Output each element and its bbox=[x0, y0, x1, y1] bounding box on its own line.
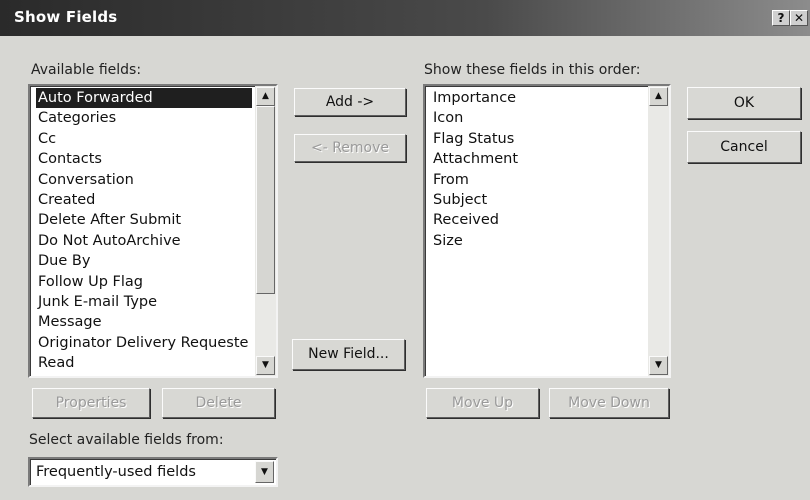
available-field-item[interactable]: Follow Up Flag bbox=[36, 272, 252, 292]
available-field-item[interactable]: Message bbox=[36, 312, 252, 332]
move-up-button[interactable]: Move Up bbox=[426, 388, 539, 418]
available-fields-items: Auto Forwarded Categories Cc Contacts Conver… bbox=[36, 88, 252, 373]
help-icon[interactable]: ? bbox=[772, 10, 790, 26]
order-fields-items: Importance Icon Flag Status Attachment From S… bbox=[431, 88, 645, 251]
available-field-item[interactable]: Contacts bbox=[36, 149, 252, 169]
close-icon[interactable]: ✕ bbox=[790, 10, 808, 26]
fields-source-label: Select available fields from: bbox=[29, 432, 224, 448]
order-field-item[interactable]: Icon bbox=[431, 108, 645, 128]
order-field-item[interactable]: Size bbox=[431, 231, 645, 251]
available-field-item[interactable]: Auto Forwarded bbox=[36, 88, 252, 109]
new-field-button[interactable]: New Field... bbox=[292, 339, 405, 370]
scroll-up-icon[interactable]: ▲ bbox=[649, 87, 668, 106]
title-bar: Show Fields ? ✕ bbox=[0, 0, 810, 36]
available-fields-scrollbar[interactable]: ▲ ▼ bbox=[255, 86, 276, 376]
scroll-up-icon[interactable]: ▲ bbox=[256, 87, 275, 106]
available-field-item[interactable]: Cc bbox=[36, 129, 252, 149]
ok-button[interactable]: OK bbox=[687, 87, 801, 119]
available-field-item[interactable]: Due By bbox=[36, 251, 252, 271]
available-fields-label: Available fields: bbox=[31, 62, 142, 78]
available-field-item[interactable]: Categories bbox=[36, 108, 252, 128]
scroll-thumb[interactable] bbox=[256, 106, 275, 294]
order-field-item[interactable]: Flag Status bbox=[431, 129, 645, 149]
scroll-down-icon[interactable]: ▼ bbox=[256, 356, 275, 375]
order-fields-list[interactable]: Importance Icon Flag Status Attachment From S… bbox=[423, 84, 671, 378]
order-field-item[interactable]: From bbox=[431, 170, 645, 190]
order-field-item[interactable]: Importance bbox=[431, 88, 645, 108]
add-button[interactable]: Add -> bbox=[294, 88, 406, 116]
available-field-item[interactable]: Do Not AutoArchive bbox=[36, 231, 252, 251]
order-field-item[interactable]: Subject bbox=[431, 190, 645, 210]
order-fields-label: Show these fields in this order: bbox=[424, 62, 641, 78]
available-field-item[interactable]: Originator Delivery Requeste bbox=[36, 333, 252, 353]
order-field-item[interactable]: Received bbox=[431, 210, 645, 230]
order-field-item[interactable]: Attachment bbox=[431, 149, 645, 169]
available-field-item[interactable]: Delete After Submit bbox=[36, 210, 252, 230]
window-title: Show Fields bbox=[14, 8, 118, 26]
fields-source-dropdown[interactable]: Frequently-used fields ▼ bbox=[28, 457, 278, 487]
chevron-down-icon[interactable]: ▼ bbox=[255, 461, 274, 483]
order-fields-scrollbar[interactable]: ▲ ▼ bbox=[648, 86, 669, 376]
fields-source-value: Frequently-used fields bbox=[36, 464, 196, 480]
delete-button[interactable]: Delete bbox=[162, 388, 275, 418]
available-fields-list[interactable]: Auto Forwarded Categories Cc Contacts Conver… bbox=[28, 84, 278, 378]
properties-button[interactable]: Properties bbox=[32, 388, 150, 418]
move-down-button[interactable]: Move Down bbox=[549, 388, 669, 418]
cancel-button[interactable]: Cancel bbox=[687, 131, 801, 163]
remove-button[interactable]: <- Remove bbox=[294, 134, 406, 162]
available-field-item[interactable]: Read bbox=[36, 353, 252, 373]
available-field-item[interactable]: Created bbox=[36, 190, 252, 210]
available-field-item[interactable]: Junk E-mail Type bbox=[36, 292, 252, 312]
available-field-item[interactable]: Conversation bbox=[36, 170, 252, 190]
scroll-down-icon[interactable]: ▼ bbox=[649, 356, 668, 375]
